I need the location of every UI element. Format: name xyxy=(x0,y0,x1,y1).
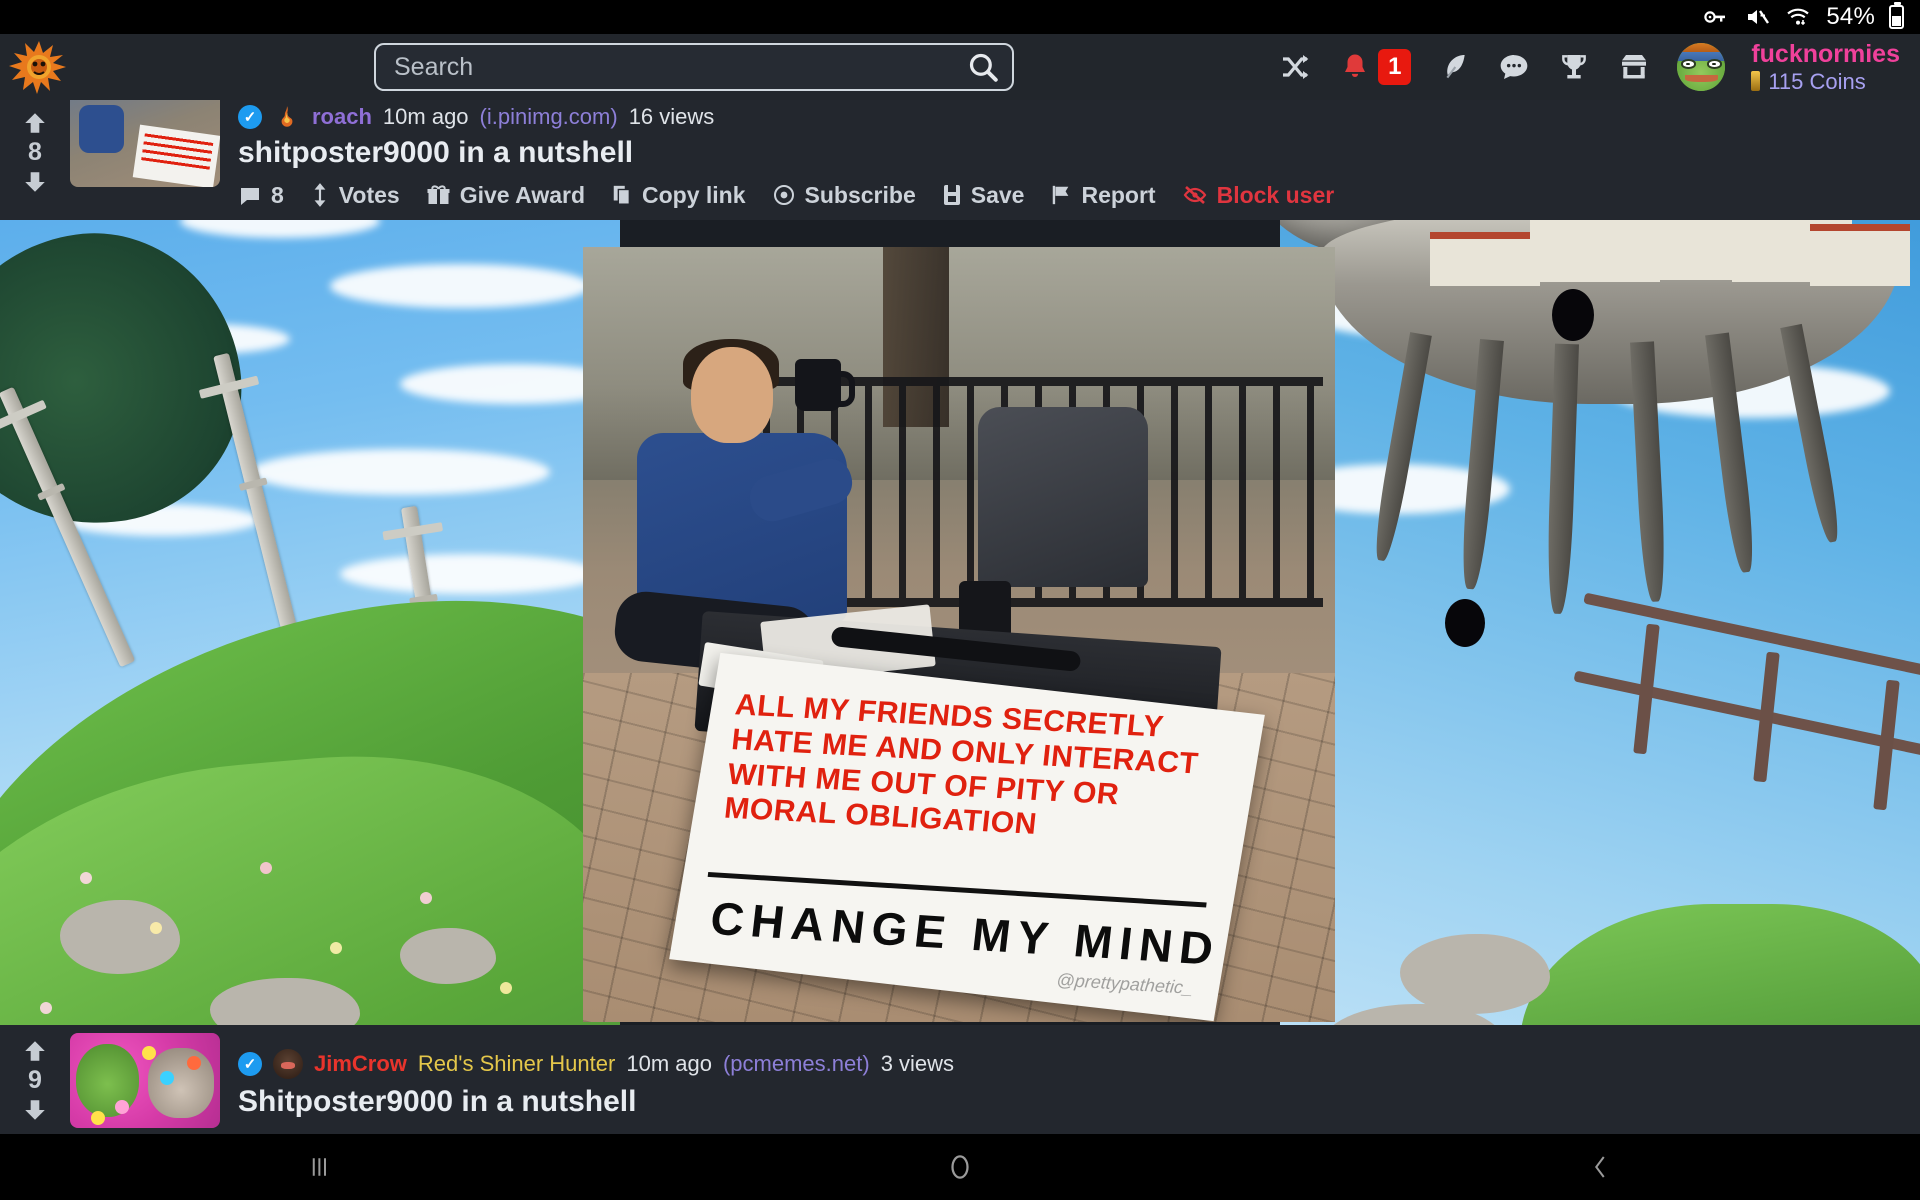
upvote-arrow-icon[interactable] xyxy=(22,110,48,136)
subscribe-action[interactable]: Subscribe xyxy=(772,182,916,209)
verified-badge-icon: ✓ xyxy=(238,1052,262,1076)
post-domain-2[interactable]: (pcmemes.net) xyxy=(723,1051,870,1077)
notification-count-badge: 1 xyxy=(1378,48,1412,85)
vpn-key-icon xyxy=(1700,5,1730,29)
home-icon[interactable] xyxy=(900,1142,1020,1192)
subscribe-label: Subscribe xyxy=(804,181,916,208)
verified-badge-icon: ✓ xyxy=(238,104,262,129)
search-box[interactable] xyxy=(374,43,1014,91)
post-thumbnail-2[interactable] xyxy=(70,1033,220,1128)
downvote-arrow-icon[interactable] xyxy=(22,169,48,195)
coin-icon xyxy=(1751,71,1761,92)
post-views: 16 views xyxy=(628,103,715,129)
top-navbar: 1 xyxy=(0,34,1920,100)
recents-icon[interactable] xyxy=(260,1142,380,1192)
back-icon[interactable] xyxy=(1540,1142,1660,1192)
give-award-action[interactable]: Give Award xyxy=(426,182,585,209)
post-score-2: 9 xyxy=(28,1065,42,1094)
navbar-actions: 1 fucknormies 115 Coins xyxy=(1278,40,1920,94)
volume-mute-icon xyxy=(1744,5,1770,29)
post-time-2: 10m ago xyxy=(626,1051,712,1076)
battery-icon xyxy=(1889,2,1904,29)
votes-label: Votes xyxy=(338,181,400,208)
user-block[interactable]: fucknormies 115 Coins xyxy=(1751,40,1900,94)
comments-action[interactable]: 8 xyxy=(238,182,284,209)
post-author-2[interactable]: JimCrow xyxy=(314,1051,407,1077)
post-meta: ✓ roach 10m ago (i.pinimg.com) 16 views xyxy=(238,104,1920,130)
coins-row: 115 Coins xyxy=(1751,69,1900,94)
vote-column[interactable]: 8 xyxy=(0,84,70,220)
save-label: Save xyxy=(970,181,1025,208)
wifi-icon xyxy=(1784,5,1812,29)
post-user-title: Red's Shiner Hunter xyxy=(417,1051,616,1076)
search-input[interactable] xyxy=(376,52,954,82)
notifications-bell-icon xyxy=(1338,50,1372,84)
eye-icon xyxy=(773,185,794,205)
store-icon[interactable] xyxy=(1617,50,1651,84)
sign-red-text: ALL MY FRIENDS SECRETLY HATE ME AND ONLY… xyxy=(722,688,1201,842)
save-action[interactable]: Save xyxy=(942,181,1025,209)
user-avatar[interactable] xyxy=(1677,42,1726,91)
user-flair-icon xyxy=(281,105,293,127)
trophy-icon[interactable] xyxy=(1557,50,1591,84)
post-card-top[interactable]: 8 ✓ roach 10m ago (i.pinimg.com) 16 view… xyxy=(0,84,1920,220)
comments-count: 8 xyxy=(271,181,284,208)
post-title[interactable]: shitposter9000 in a nutshell xyxy=(238,136,1920,170)
shuffle-icon[interactable] xyxy=(1278,50,1312,84)
block-user-action[interactable]: Block user xyxy=(1182,181,1335,209)
sign-watermark: @prettypathetic_ xyxy=(1055,969,1194,998)
post-image[interactable]: ALL MY FRIENDS SECRETLY HATE ME AND ONLY… xyxy=(583,247,1335,1022)
flag-icon xyxy=(1053,185,1069,205)
gift-icon xyxy=(427,185,450,204)
copy-icon xyxy=(613,185,631,205)
battery-percentage: 54% xyxy=(1826,3,1875,30)
comment-icon xyxy=(241,188,259,205)
search-button[interactable] xyxy=(954,45,1012,89)
give-award-label: Give Award xyxy=(459,181,586,208)
report-action[interactable]: Report xyxy=(1050,181,1156,209)
post-domain[interactable]: (i.pinimg.com) xyxy=(480,104,618,130)
android-nav-bar xyxy=(0,1134,1920,1200)
post-meta-2: ✓ JimCrow Red's Shiner Hunter 10m ago (p… xyxy=(238,1049,1920,1079)
post-card-bottom[interactable]: 9 ✓ JimCrow Red's Shiner Hunter 10m ago … xyxy=(0,1025,1920,1135)
post-time: 10m ago xyxy=(382,103,469,129)
votes-arrows-icon xyxy=(314,183,326,207)
copy-link-label: Copy link xyxy=(642,181,746,208)
username[interactable]: fucknormies xyxy=(1751,40,1900,69)
author-avatar xyxy=(273,1049,303,1079)
upvote-arrow-icon[interactable] xyxy=(22,1038,48,1064)
search-icon xyxy=(969,53,998,82)
chat-icon[interactable] xyxy=(1497,50,1531,84)
vote-column-2[interactable]: 9 xyxy=(0,1025,70,1135)
copy-link-action[interactable]: Copy link xyxy=(611,182,746,209)
block-user-label: Block user xyxy=(1216,181,1335,208)
post-thumbnail[interactable] xyxy=(70,92,220,187)
votes-action[interactable]: Votes xyxy=(310,182,400,209)
feather-post-icon[interactable] xyxy=(1437,50,1471,84)
post-views-2: 3 views xyxy=(880,1051,955,1076)
post-title-2[interactable]: Shitposter9000 in a nutshell xyxy=(238,1085,1920,1119)
post-author[interactable]: roach xyxy=(312,104,372,130)
site-logo-icon[interactable] xyxy=(4,37,74,97)
eye-slash-icon xyxy=(1183,186,1206,204)
change-my-mind-sign: ALL MY FRIENDS SECRETLY HATE ME AND ONLY… xyxy=(669,652,1265,1022)
android-status-bar: 54% xyxy=(0,0,1920,34)
post-actions: 8 Votes Give Award Copy link Subscribe S… xyxy=(238,182,1920,209)
coins-amount: 115 Coins xyxy=(1768,68,1866,94)
bookmark-icon xyxy=(943,185,960,205)
notifications-button[interactable]: 1 xyxy=(1338,48,1412,85)
downvote-arrow-icon[interactable] xyxy=(22,1097,48,1123)
report-label: Report xyxy=(1081,181,1156,208)
post-score: 8 xyxy=(28,137,42,166)
